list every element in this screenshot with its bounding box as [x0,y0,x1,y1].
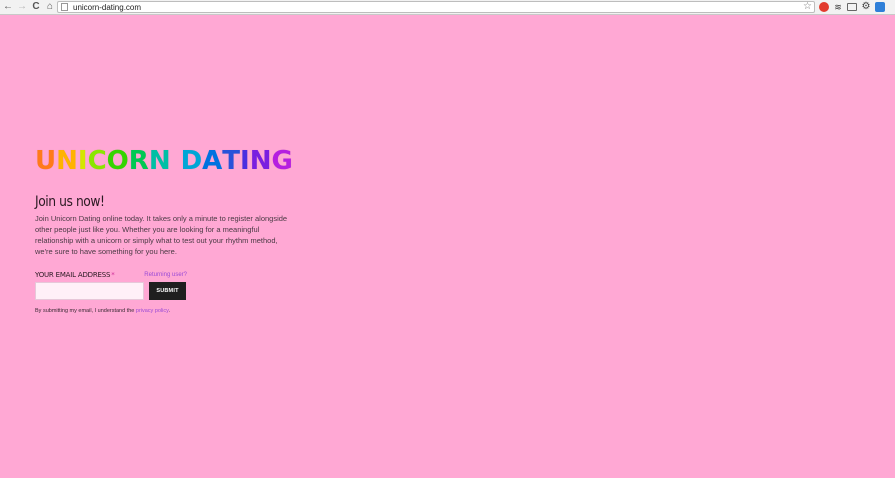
forward-arrow-icon[interactable]: → [16,1,28,14]
browser-toolbar: ← → C ⌂ unicorn-dating.com ☆ ≋ ⚙ [0,0,895,15]
email-input-row: SUBMIT [35,282,295,300]
submit-button[interactable]: SUBMIT [149,282,186,300]
blue-extension-icon[interactable] [875,2,885,12]
star-icon[interactable]: ☆ [803,1,812,12]
logo-letter: N [56,146,78,176]
logo-letter: N [148,146,171,176]
email-label: YOUR EMAIL ADDRESS* [35,271,115,279]
privacy-notice: By submitting my email, I understand the… [35,308,171,314]
logo-letter: I [77,146,88,176]
privacy-policy-link[interactable]: privacy policy [136,308,169,314]
page-icon [61,3,68,11]
reload-icon[interactable]: C [30,1,42,14]
logo-letter: T [222,146,241,176]
back-arrow-icon[interactable]: ← [2,1,14,14]
logo-letter: A [202,146,223,176]
stack-extension-icon[interactable]: ≋ [833,2,843,12]
logo-letter: I [240,146,250,176]
cast-icon[interactable] [847,3,857,11]
url-text: unicorn-dating.com [73,2,142,12]
logo-letter: R [128,146,149,176]
page-heading: Join us now! [35,194,105,210]
logo-letter: C [87,146,107,176]
home-icon[interactable]: ⌂ [44,1,56,14]
extension-icons: ≋ ⚙ [815,1,885,13]
logo-letter: N [249,146,272,176]
logo-letter: G [271,146,293,176]
opera-extension-icon[interactable] [819,2,829,12]
intro-text: Join Unicorn Dating online today. It tak… [35,214,288,256]
email-label-row: YOUR EMAIL ADDRESS* Returning user? [35,271,187,279]
required-mark: * [111,271,115,279]
address-bar[interactable]: unicorn-dating.com ☆ [57,1,815,13]
email-input[interactable] [35,282,144,300]
logo-letter: D [180,146,203,176]
logo-letter: O [106,146,129,176]
unicorn-dating-logo: UNICORNDATING [35,142,295,180]
gear-extension-icon[interactable]: ⚙ [861,2,871,12]
signup-section: UNICORNDATING Join us now! Join Unicorn … [35,142,295,314]
returning-user-link[interactable]: Returning user? [144,272,187,278]
logo-letter: U [35,146,57,176]
